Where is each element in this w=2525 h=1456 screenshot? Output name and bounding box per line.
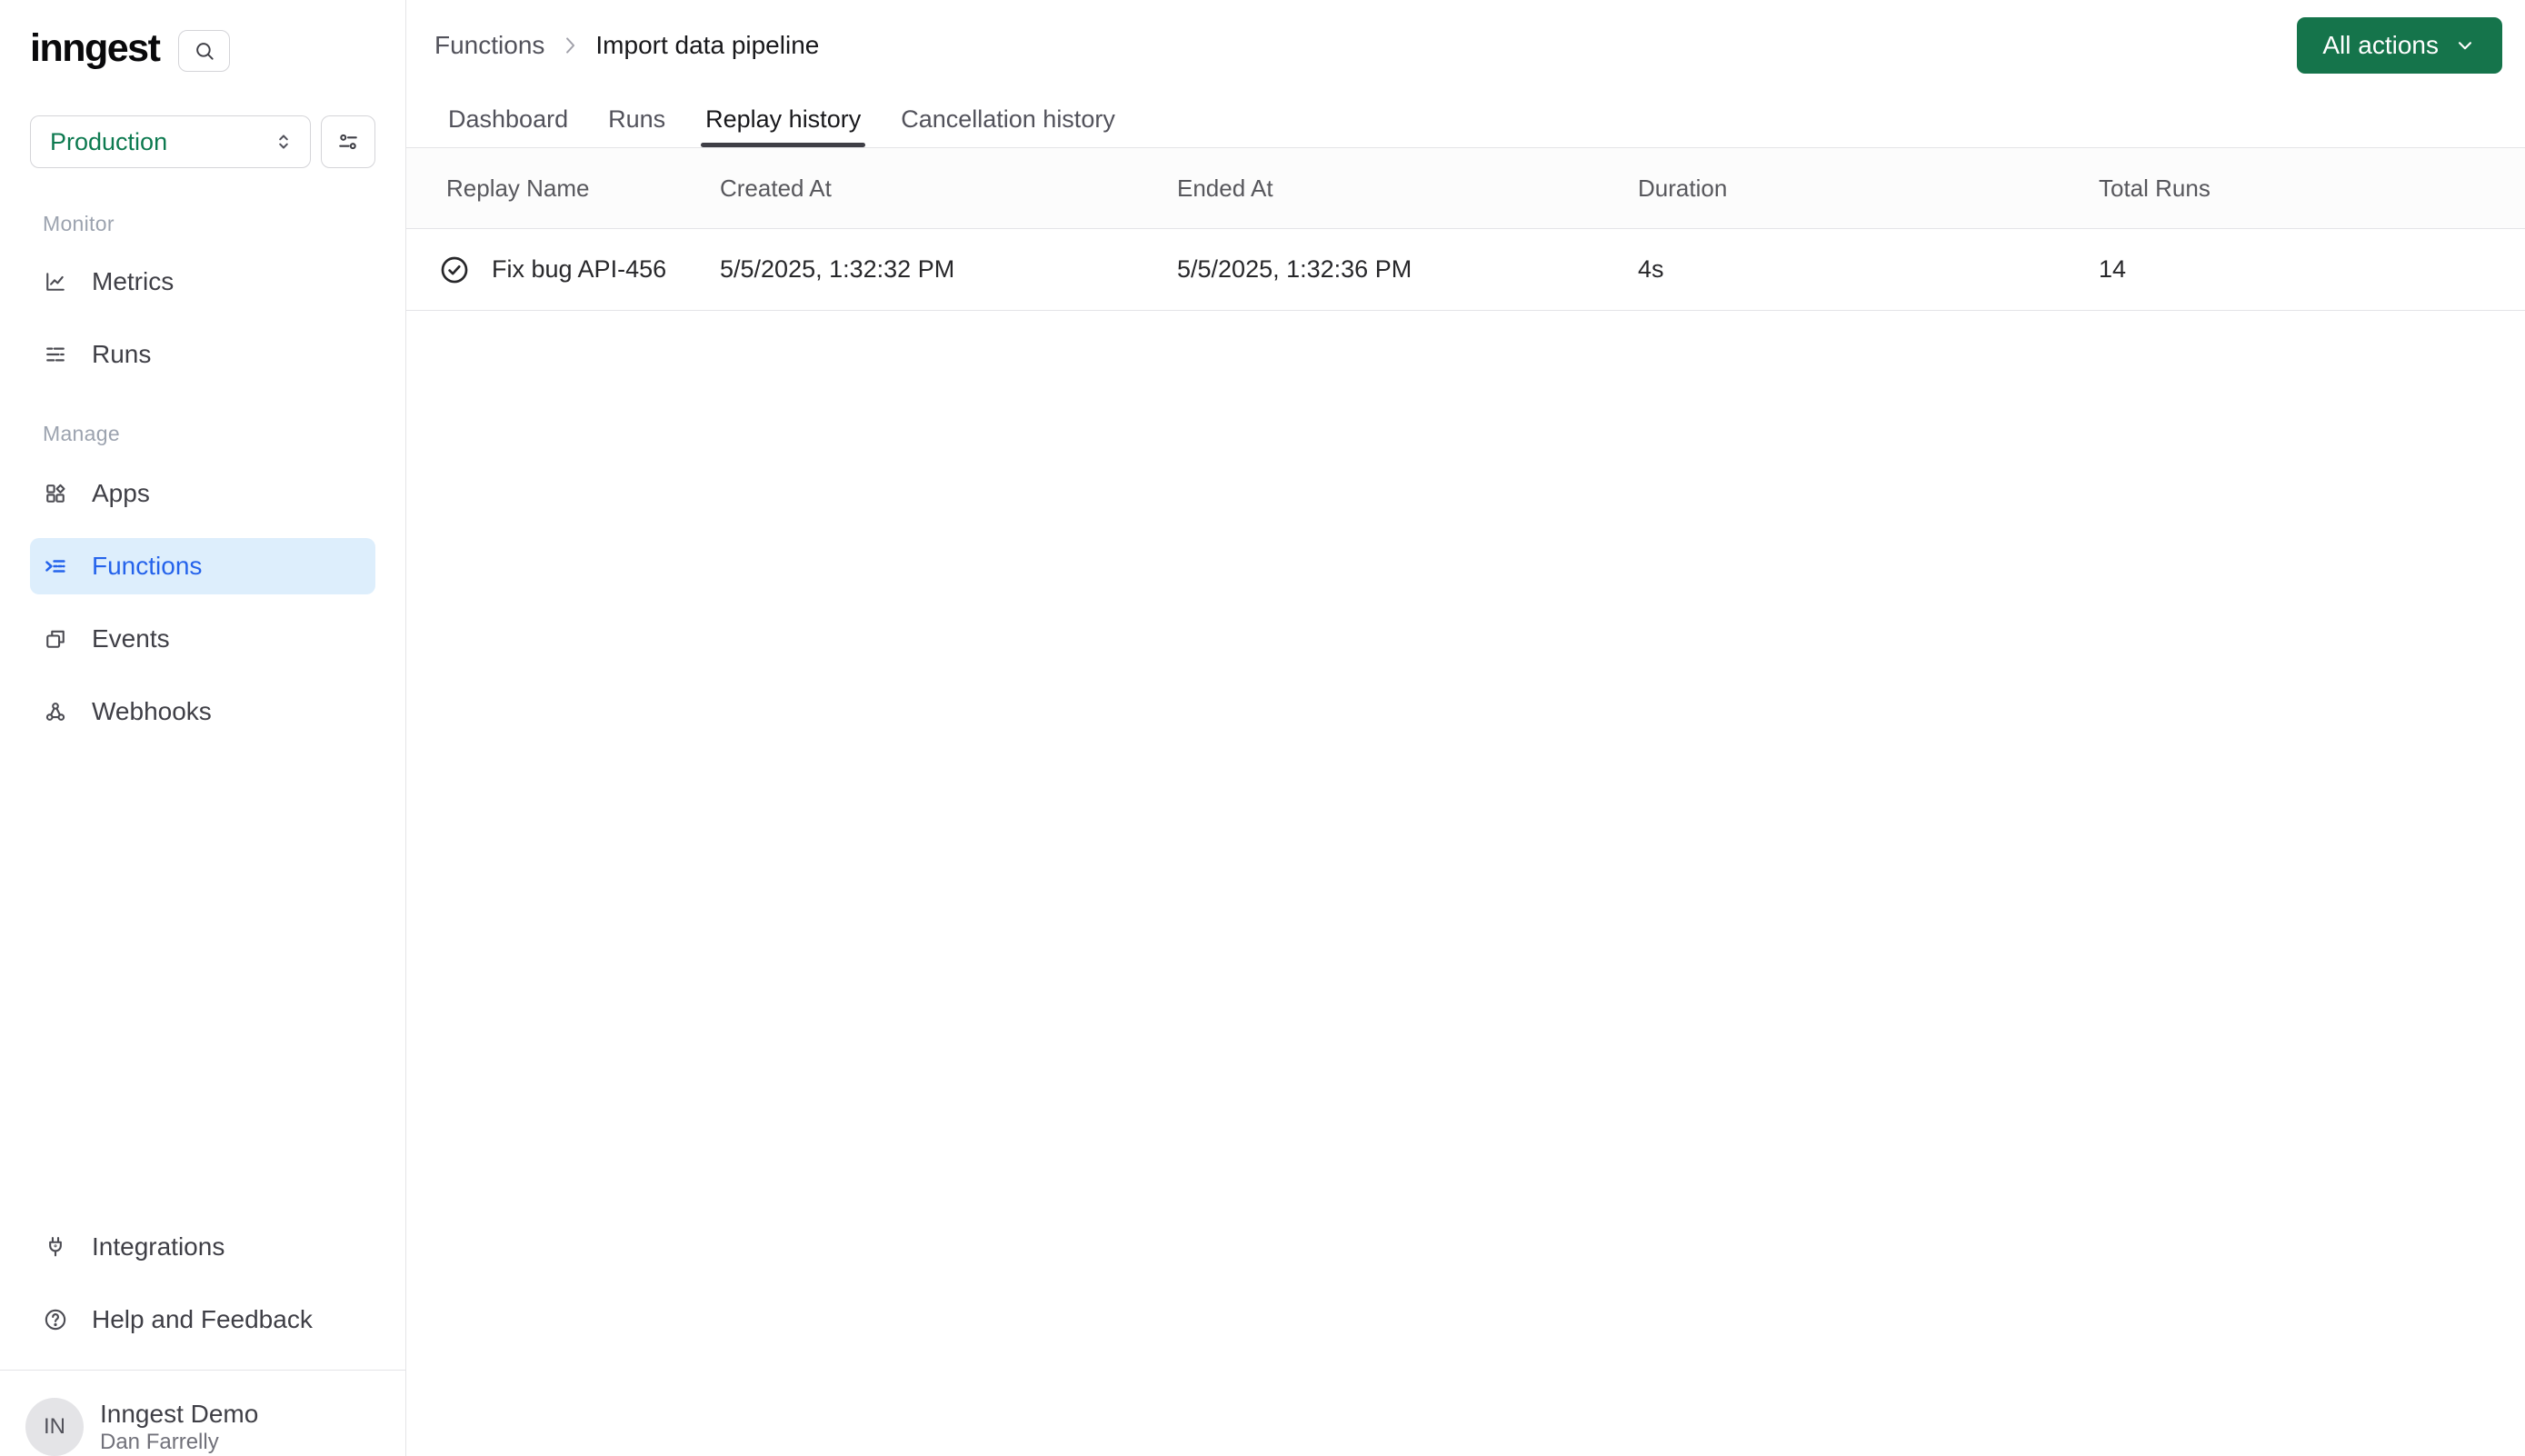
sliders-icon [335,129,361,155]
sidebar-item-label: Runs [92,340,152,368]
user-name: Dan Farrelly [100,1430,219,1454]
all-actions-label: All actions [2322,31,2439,59]
check-circle-icon [439,254,470,285]
tab-bar: Dashboard Runs Replay history Cancellati… [406,91,2525,148]
chart-line-icon [43,269,68,294]
sidebar-item-events[interactable]: Events [30,611,375,667]
sidebar-item-label: Events [92,624,170,653]
column-header-duration: Duration [1638,174,1728,202]
environment-row: Production [0,115,405,168]
tab-cancellation-history[interactable]: Cancellation history [899,91,1117,147]
chevron-up-down-icon [272,130,295,154]
inngest-logo: inngest [30,25,161,70]
environment-value: Production [50,127,168,155]
sidebar-item-integrations[interactable]: Integrations [30,1219,375,1275]
sidebar-item-label: Help and Feedback [92,1305,313,1333]
main-content: Functions Import data pipeline All actio… [406,0,2525,1456]
tab-replay-history[interactable]: Replay history [701,91,866,147]
chevron-down-icon [2453,34,2477,57]
avatar: IN [25,1398,84,1456]
events-icon [43,626,68,652]
column-header-replay-name: Replay Name [446,174,590,202]
all-actions-button[interactable]: All actions [2297,17,2502,74]
search-button[interactable] [178,30,231,72]
breadcrumb: Functions Import data pipeline [434,31,819,60]
tab-dashboard[interactable]: Dashboard [446,91,570,147]
environment-settings-button[interactable] [321,115,375,168]
help-circle-icon [43,1307,68,1332]
section-label-manage: Manage [43,422,120,445]
search-icon [193,39,216,63]
sidebar: inngest Production Monitor Metrics Runs … [0,0,406,1456]
sidebar-item-webhooks[interactable]: Webhooks [30,683,375,740]
replay-name: Fix bug API-456 [492,255,667,283]
section-label-monitor: Monitor [43,212,115,235]
sidebar-item-runs[interactable]: Runs [30,326,375,383]
column-header-total-runs: Total Runs [2099,174,2211,202]
runs-list-icon [43,342,68,367]
sidebar-item-label: Functions [92,552,203,580]
sidebar-item-label: Integrations [92,1232,225,1261]
functions-icon [43,553,68,579]
user-menu[interactable]: IN Inngest Demo Dan Farrelly [0,1371,405,1456]
apps-grid-icon [43,481,68,506]
sidebar-item-label: Metrics [92,267,175,295]
breadcrumb-current-page: Import data pipeline [595,31,820,59]
column-header-ended-at: Ended At [1177,174,1273,202]
sidebar-item-metrics[interactable]: Metrics [30,254,375,310]
plug-icon [43,1234,68,1260]
replay-total-runs: 14 [2099,255,2127,283]
sidebar-item-label: Webhooks [92,697,212,725]
sidebar-section-monitor: Monitor Metrics Runs [0,212,405,383]
sidebar-item-apps[interactable]: Apps [30,465,375,522]
user-org: Inngest Demo [100,1400,259,1428]
breadcrumb-functions-link[interactable]: Functions [434,31,544,60]
environment-selector[interactable]: Production [30,115,311,168]
replay-ended-at: 5/5/2025, 1:32:36 PM [1177,255,1412,283]
replay-duration: 4s [1638,255,1664,283]
tab-runs[interactable]: Runs [606,91,667,147]
column-header-created-at: Created At [720,174,832,202]
sidebar-section-manage: Manage Apps Functions Events Webhooks [0,422,405,740]
table-header: Replay Name Created At Ended At Duration… [406,148,2525,229]
sidebar-footer: Integrations Help and Feedback [0,1219,405,1348]
sidebar-item-functions[interactable]: Functions [30,538,375,594]
sidebar-item-label: Apps [92,479,150,507]
app-window: inngest Production Monitor Metrics Runs … [0,0,2525,1456]
table-row[interactable]: Fix bug API-456 5/5/2025, 1:32:32 PM 5/5… [406,229,2525,311]
webhooks-icon [43,699,68,724]
replay-created-at: 5/5/2025, 1:32:32 PM [720,255,955,283]
topbar: Functions Import data pipeline All actio… [406,0,2525,91]
chevron-right-icon [557,33,583,58]
sidebar-item-help[interactable]: Help and Feedback [30,1291,375,1348]
logo-row: inngest [0,0,405,75]
